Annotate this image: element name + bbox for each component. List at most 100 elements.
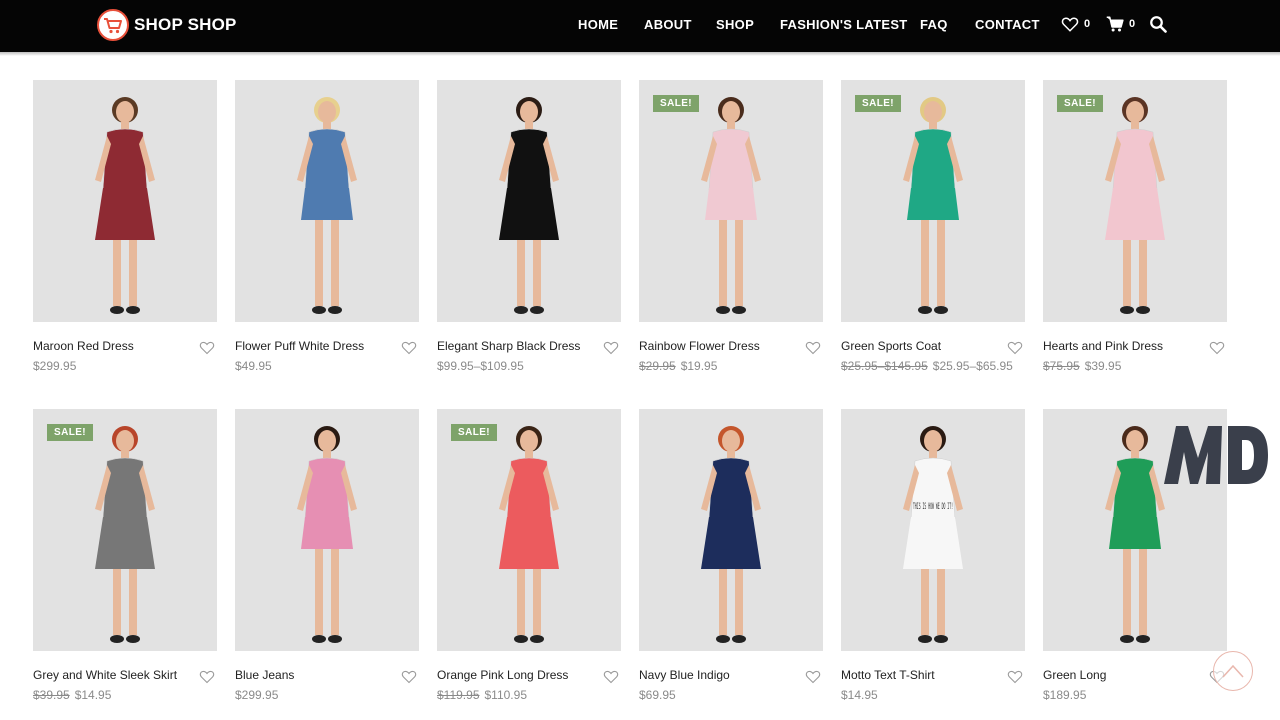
current-price: $99.95–$109.95: [437, 359, 524, 373]
model-figure: [1105, 97, 1165, 314]
current-price: $49.95: [235, 359, 272, 373]
product-price: $49.95: [235, 359, 272, 373]
product-name[interactable]: Motto Text T-Shirt: [841, 668, 935, 682]
product-image[interactable]: SALE!: [33, 409, 217, 651]
wishlist-button[interactable]: 0: [1061, 15, 1090, 33]
chevron-up-icon: [1222, 664, 1244, 678]
product-image[interactable]: SALE!: [841, 80, 1025, 322]
current-price: $69.95: [639, 688, 676, 702]
product-price: $299.95: [33, 359, 76, 373]
product-card[interactable]: THIS IS HOW WE DO IT! Motto Text T-Shirt $…: [841, 409, 1025, 702]
product-card[interactable]: Navy Blue Indigo $69.95: [639, 409, 823, 702]
current-price: $25.95–$65.95: [932, 359, 1013, 373]
add-to-wishlist-heart-icon[interactable]: [1007, 669, 1023, 689]
product-card[interactable]: SALE! Hearts and Pink Dress $75.95 $39.95: [1043, 80, 1227, 373]
cart-icon: [1106, 16, 1124, 32]
model-figure: [701, 97, 761, 314]
sale-badge: SALE!: [653, 95, 699, 112]
product-name[interactable]: Green Sports Coat: [841, 339, 941, 353]
product-card[interactable]: Blue Jeans $299.95: [235, 409, 419, 702]
product-card[interactable]: SALE! Rainbow Flower Dress $29.95 $19.95: [639, 80, 823, 373]
product-name[interactable]: Maroon Red Dress: [33, 339, 134, 353]
product-card[interactable]: SALE! Green Sports Coat $25.95–$145.95 $25.…: [841, 80, 1025, 373]
model-figure: [297, 426, 357, 643]
motto-print: THIS IS HOW WE DO IT!: [913, 502, 953, 512]
product-price: $189.95: [1043, 688, 1086, 702]
add-to-wishlist-heart-icon[interactable]: [199, 669, 215, 689]
add-to-wishlist-heart-icon[interactable]: [603, 669, 619, 689]
add-to-wishlist-heart-icon[interactable]: [805, 340, 821, 360]
product-image[interactable]: [235, 80, 419, 322]
brand-logo[interactable]: SHOP SHOP: [97, 9, 237, 41]
wishlist-count: 0: [1084, 18, 1091, 30]
current-price: $110.95: [484, 688, 528, 702]
original-price: $75.95: [1043, 359, 1080, 373]
add-to-wishlist-heart-icon[interactable]: [1007, 340, 1023, 360]
add-to-wishlist-heart-icon[interactable]: [1209, 340, 1225, 360]
product-card[interactable]: Elegant Sharp Black Dress $99.95–$109.95: [437, 80, 621, 373]
product-image[interactable]: SALE!: [437, 409, 621, 651]
nav-shop[interactable]: SHOP: [716, 17, 754, 32]
sale-badge: SALE!: [1057, 95, 1103, 112]
heart-icon: [1061, 17, 1079, 32]
sale-badge: SALE!: [47, 424, 93, 441]
product-name[interactable]: Flower Puff White Dress: [235, 339, 364, 353]
original-price: $39.95: [33, 688, 70, 702]
model-figure: [903, 97, 963, 314]
product-image[interactable]: [235, 409, 419, 651]
brand-name: SHOP SHOP: [134, 15, 237, 34]
product-name[interactable]: Grey and White Sleek Skirt: [33, 668, 177, 682]
product-price: $69.95: [639, 688, 676, 702]
nav-fashions-latest[interactable]: FASHION'S LATEST: [780, 17, 908, 32]
product-name[interactable]: Navy Blue Indigo: [639, 668, 730, 682]
cart-count: 0: [1129, 18, 1136, 30]
add-to-wishlist-heart-icon[interactable]: [805, 669, 821, 689]
search-icon: [1150, 16, 1167, 33]
product-price: $299.95: [235, 688, 278, 702]
nav-home[interactable]: HOME: [578, 17, 618, 32]
product-card[interactable]: SALE! Orange Pink Long Dress $119.95 $110.9…: [437, 409, 621, 702]
nav-contact[interactable]: CONTACT: [975, 17, 1040, 32]
search-button[interactable]: [1149, 15, 1167, 33]
product-image[interactable]: SALE!: [639, 80, 823, 322]
product-name[interactable]: Hearts and Pink Dress: [1043, 339, 1163, 353]
product-image[interactable]: [437, 80, 621, 322]
product-image[interactable]: SALE!: [1043, 80, 1227, 322]
nav-about[interactable]: ABOUT: [644, 17, 692, 32]
nav-faq[interactable]: FAQ: [920, 17, 948, 32]
sale-badge: SALE!: [451, 424, 497, 441]
back-to-top-button[interactable]: [1213, 651, 1253, 691]
product-price: $119.95 $110.95: [437, 688, 527, 702]
add-to-wishlist-heart-icon[interactable]: [401, 340, 417, 360]
current-price: $19.95: [680, 359, 718, 373]
product-name[interactable]: Elegant Sharp Black Dress: [437, 339, 580, 353]
product-price: $99.95–$109.95: [437, 359, 524, 373]
current-price: $299.95: [33, 359, 77, 373]
current-price: $189.95: [1043, 688, 1087, 702]
product-card[interactable]: Flower Puff White Dress $49.95: [235, 80, 419, 373]
model-figure: [95, 426, 155, 643]
product-price: $39.95 $14.95: [33, 688, 111, 702]
add-to-wishlist-heart-icon[interactable]: [603, 340, 619, 360]
cart-button[interactable]: 0: [1106, 15, 1135, 33]
product-image[interactable]: THIS IS HOW WE DO IT!: [841, 409, 1025, 651]
model-figure: [701, 426, 761, 643]
product-name[interactable]: Blue Jeans: [235, 668, 294, 682]
model-figure: [499, 426, 559, 643]
add-to-wishlist-heart-icon[interactable]: [401, 669, 417, 689]
product-card[interactable]: SALE! Grey and White Sleek Skirt $39.95 $14…: [33, 409, 217, 702]
sale-badge: SALE!: [855, 95, 901, 112]
current-price: $14.95: [74, 688, 112, 702]
product-price: $75.95 $39.95: [1043, 359, 1121, 373]
product-price: $14.95: [841, 688, 878, 702]
top-navigation-bar: SHOP SHOP HOME ABOUT SHOP FASHION'S LATE…: [0, 0, 1280, 52]
product-card[interactable]: Maroon Red Dress $299.95: [33, 80, 217, 373]
add-to-wishlist-heart-icon[interactable]: [199, 340, 215, 360]
current-price: $299.95: [235, 688, 279, 702]
model-figure: [95, 97, 155, 314]
product-name[interactable]: Orange Pink Long Dress: [437, 668, 568, 682]
product-name[interactable]: Rainbow Flower Dress: [639, 339, 760, 353]
product-image[interactable]: [33, 80, 217, 322]
product-name[interactable]: Green Long: [1043, 668, 1106, 682]
product-image[interactable]: [639, 409, 823, 651]
